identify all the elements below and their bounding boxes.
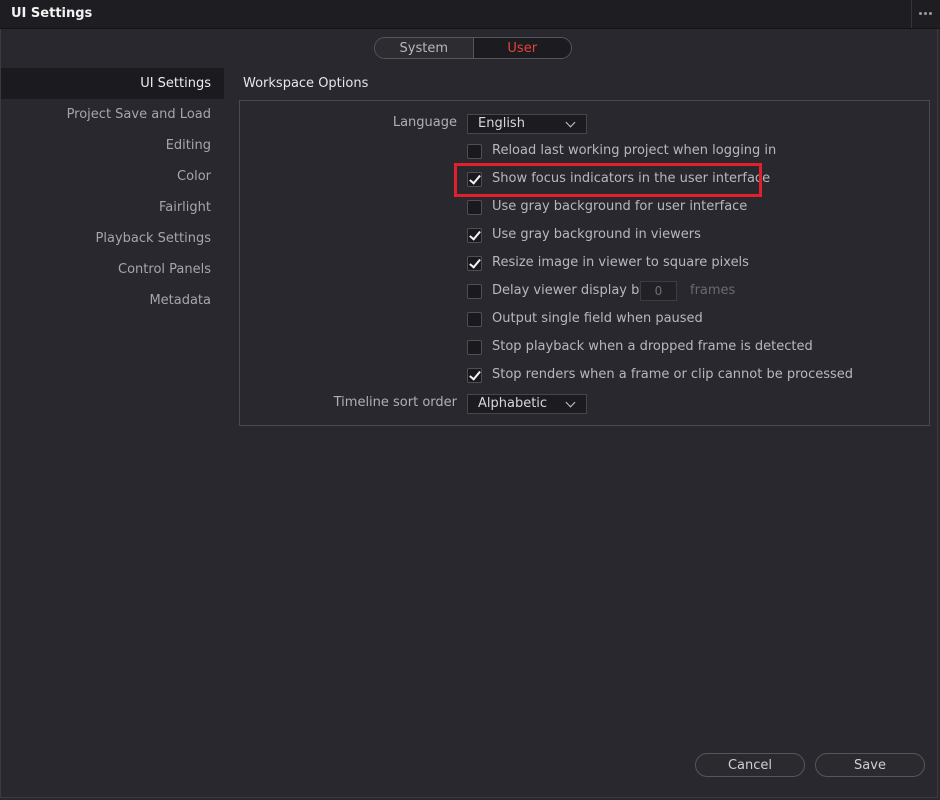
gray-background-viewers-label: Use gray background in viewers xyxy=(492,227,701,242)
timeline-sort-label: Timeline sort order xyxy=(333,395,457,410)
more-dot-icon xyxy=(919,12,922,15)
stop-renders-checkbox[interactable] xyxy=(467,368,482,383)
delay-frames-input[interactable]: 0 xyxy=(640,281,677,301)
sidebar-item-metadata[interactable]: Metadata xyxy=(1,285,224,316)
title-bar: UI Settings xyxy=(0,0,940,29)
reload-project-checkbox[interactable] xyxy=(467,144,482,159)
delay-viewer-checkbox[interactable] xyxy=(467,284,482,299)
sidebar-item-playback-settings[interactable]: Playback Settings xyxy=(1,223,224,254)
cancel-button[interactable]: Cancel xyxy=(695,753,805,777)
delay-viewer-label: Delay viewer display by xyxy=(492,283,648,298)
timeline-sort-value: Alphabetic xyxy=(478,396,548,411)
sidebar-item-editing[interactable]: Editing xyxy=(1,130,224,161)
tab-system[interactable]: System xyxy=(375,38,473,58)
reload-project-label: Reload last working project when logging… xyxy=(492,143,777,158)
language-dropdown[interactable]: English xyxy=(467,114,587,134)
gray-background-viewers-checkbox[interactable] xyxy=(467,228,482,243)
chevron-down-icon xyxy=(565,117,576,128)
section-title: Workspace Options xyxy=(243,76,369,91)
gray-background-ui-label: Use gray background for user interface xyxy=(492,199,748,214)
sidebar-item-ui-settings[interactable]: UI Settings xyxy=(1,68,224,99)
settings-sidebar: UI Settings Project Save and Load Editin… xyxy=(1,68,224,316)
chevron-down-icon xyxy=(565,397,576,408)
timeline-sort-dropdown[interactable]: Alphabetic xyxy=(467,394,587,414)
gray-background-ui-checkbox[interactable] xyxy=(467,200,482,215)
tab-user[interactable]: User xyxy=(472,38,571,58)
more-options-button[interactable] xyxy=(912,0,940,28)
delay-units-label: frames xyxy=(690,283,736,298)
output-single-field-checkbox[interactable] xyxy=(467,312,482,327)
square-pixels-checkbox[interactable] xyxy=(467,256,482,271)
square-pixels-label: Resize image in viewer to square pixels xyxy=(492,255,749,270)
scope-toggle: System User xyxy=(374,37,572,59)
save-button[interactable]: Save xyxy=(815,753,925,777)
language-label: Language xyxy=(392,115,457,130)
checkmark-icon xyxy=(469,368,481,381)
sidebar-item-fairlight[interactable]: Fairlight xyxy=(1,192,224,223)
language-value: English xyxy=(478,116,525,131)
more-dot-icon xyxy=(924,12,927,15)
stop-playback-dropped-frame-label: Stop playback when a dropped frame is de… xyxy=(492,339,813,354)
checkmark-icon xyxy=(469,228,481,241)
window-title: UI Settings xyxy=(11,6,93,21)
highlight-box xyxy=(454,163,762,197)
checkmark-icon xyxy=(469,256,481,269)
stop-playback-dropped-frame-checkbox[interactable] xyxy=(467,340,482,355)
sidebar-item-control-panels[interactable]: Control Panels xyxy=(1,254,224,285)
sidebar-item-project-save-and-load[interactable]: Project Save and Load xyxy=(1,99,224,130)
sidebar-item-color[interactable]: Color xyxy=(1,161,224,192)
output-single-field-label: Output single field when paused xyxy=(492,311,703,326)
stop-renders-label: Stop renders when a frame or clip cannot… xyxy=(492,367,854,382)
more-dot-icon xyxy=(929,12,932,15)
